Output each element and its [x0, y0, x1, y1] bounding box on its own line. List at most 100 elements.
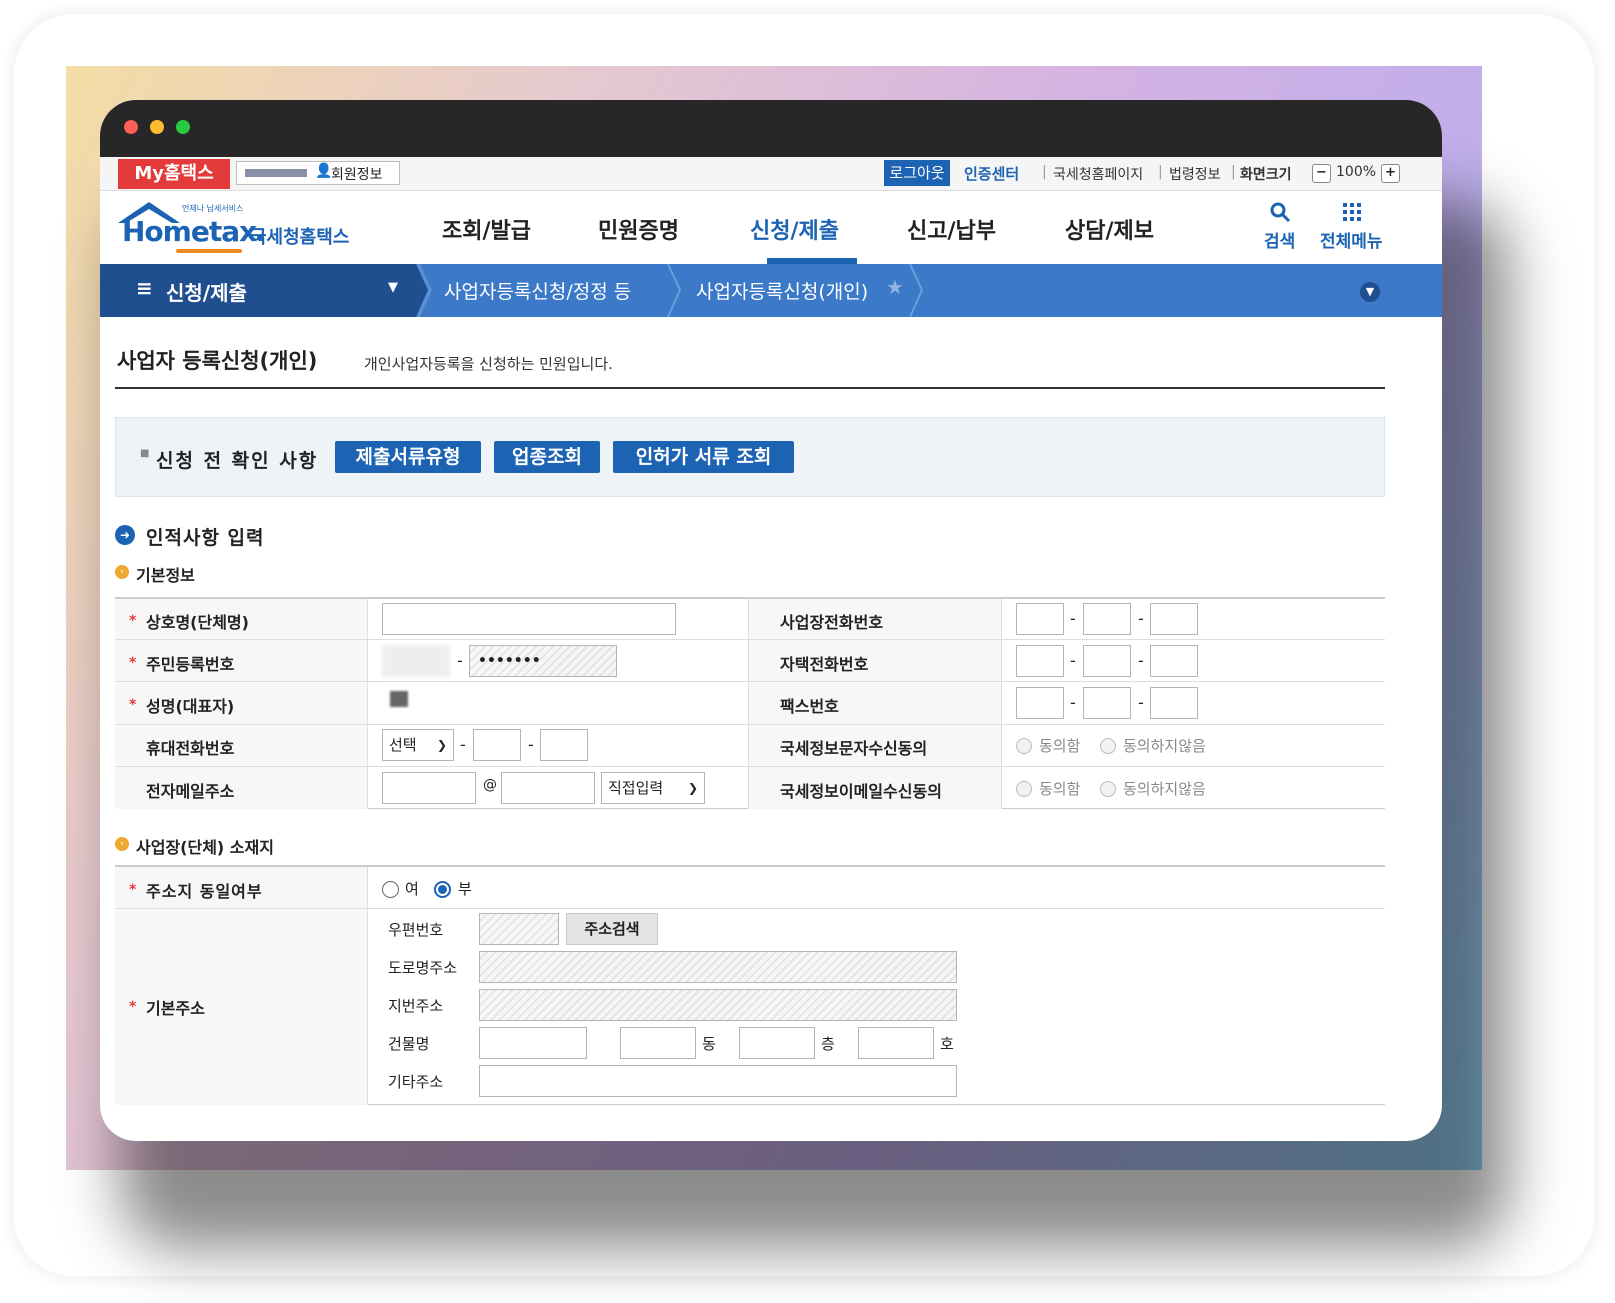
biz-phone-1[interactable]: [1016, 603, 1064, 635]
browser-window: My홈택스 👤 회원정보 로그아웃 인증센터 | 국세청홈페이지 | 법령정보 …: [100, 100, 1442, 1141]
nav-certificate[interactable]: 민원증명: [598, 213, 679, 245]
fax-1[interactable]: [1016, 687, 1064, 719]
breadcrumb-separator-icon: [667, 264, 682, 317]
breadcrumb-bar: ≡ 신청/제출 ▼ 사업자등록신청/정정 등 사업자등록신청(개인) ★ ▼: [100, 264, 1442, 317]
trade-name-label: 상호명(단체명): [146, 613, 249, 632]
logo-wordmark: Hometax.: [122, 215, 267, 248]
nav-application[interactable]: 신청/제출: [750, 213, 839, 245]
search-label: 검색: [1264, 232, 1296, 252]
mobile-prefix-select[interactable]: 선택 ❯: [382, 729, 454, 761]
mobile-2[interactable]: [473, 729, 521, 761]
trade-name-input[interactable]: [382, 603, 676, 635]
law-info-link[interactable]: 법령정보: [1169, 164, 1221, 184]
breadcrumb-level1[interactable]: 사업자등록신청/정정 등: [444, 277, 631, 304]
email-at: @: [483, 777, 497, 793]
hometax-logo[interactable]: 언제나 납세서비스 Hometax. 국세청홈택스: [114, 197, 359, 257]
dash: -: [1138, 609, 1144, 628]
email-domain-input[interactable]: [501, 772, 595, 804]
maximize-window-button[interactable]: [176, 120, 190, 134]
screen-size-label: 화면크기: [1240, 167, 1292, 183]
email-agree-text: 동의함: [1039, 780, 1081, 798]
bullet: ■: [140, 448, 150, 459]
breadcrumb-level2[interactable]: 사업자등록신청(개인): [696, 277, 868, 304]
dash: -: [1138, 693, 1144, 712]
mobile-label: 휴대전화번호: [146, 739, 235, 758]
home-phone-3[interactable]: [1150, 645, 1198, 677]
email-agree-radio[interactable]: [1016, 781, 1032, 797]
ho-input[interactable]: [858, 1027, 934, 1059]
building-input[interactable]: [479, 1027, 587, 1059]
nts-homepage-link[interactable]: 국세청홈페이지: [1053, 164, 1143, 184]
required-mark: *: [129, 882, 137, 898]
favorite-star-icon[interactable]: ★: [886, 275, 904, 299]
mobile-3[interactable]: [540, 729, 588, 761]
floor-input[interactable]: [739, 1027, 815, 1059]
email-disagree-radio[interactable]: [1100, 781, 1116, 797]
resident-back-input[interactable]: •••••••: [469, 645, 617, 677]
hamburger-icon: ≡: [136, 276, 153, 300]
email-domain-select[interactable]: 직접입력 ❯: [601, 772, 705, 804]
email-local-input[interactable]: [382, 772, 476, 804]
orange-bullet-icon: ›: [115, 837, 129, 851]
section-arrow-icon: ➜: [115, 525, 135, 545]
close-window-button[interactable]: [124, 120, 138, 134]
industry-lookup-button[interactable]: 업종조회: [494, 441, 600, 473]
redacted-name: [390, 691, 408, 707]
expand-chevron-icon[interactable]: ▼: [1360, 282, 1380, 302]
mobile-select-value: 선택: [389, 736, 417, 754]
email-select-value: 직접입력: [608, 779, 664, 797]
section-location-heading: 사업장(단체) 소재지: [136, 838, 274, 857]
orange-bullet-icon: ›: [115, 565, 129, 579]
cert-center-link[interactable]: 인증센터: [964, 163, 1019, 184]
sms-disagree-radio[interactable]: [1100, 738, 1116, 754]
other-address-input[interactable]: [479, 1065, 957, 1097]
dong-input[interactable]: [620, 1027, 696, 1059]
biz-phone-2[interactable]: [1083, 603, 1131, 635]
home-phone-2[interactable]: [1083, 645, 1131, 677]
page-title: 사업자 등록신청(개인): [117, 349, 318, 373]
search-button[interactable]: 검색: [1262, 199, 1298, 252]
same-address-label: 주소지 동일여부: [146, 882, 263, 901]
biz-phone-3[interactable]: [1150, 603, 1198, 635]
submission-docs-button[interactable]: 제출서류유형: [335, 441, 481, 473]
address-search-button[interactable]: 주소검색: [566, 913, 658, 945]
zoom-level: 100%: [1336, 164, 1377, 180]
sms-disagree-text: 동의하지않음: [1123, 737, 1206, 755]
email-label: 전자메일주소: [146, 782, 235, 801]
sms-agree-text: 동의함: [1039, 737, 1081, 755]
lot-address-input: [479, 989, 957, 1021]
nav-inquiry[interactable]: 조회/발급: [442, 213, 531, 245]
zoom-in-button[interactable]: +: [1381, 164, 1400, 183]
same-address-no-radio[interactable]: [434, 881, 451, 898]
member-info-link[interactable]: 회원정보: [331, 164, 383, 184]
permit-docs-button[interactable]: 인허가 서류 조회: [613, 441, 794, 473]
all-menu-button[interactable]: 전체메뉴: [1318, 199, 1388, 252]
zoom-out-button[interactable]: −: [1312, 164, 1331, 183]
redacted-resident-front: [382, 645, 450, 677]
same-address-yes-radio[interactable]: [382, 881, 399, 898]
minimize-window-button[interactable]: [150, 120, 164, 134]
fax-2[interactable]: [1083, 687, 1131, 719]
basic-address-label: 기본주소: [146, 999, 205, 1018]
page-subtitle: 개인사업자등록을 신청하는 민원입니다.: [364, 355, 613, 373]
user-info-box[interactable]: 👤 회원정보: [236, 161, 400, 185]
fax-3[interactable]: [1150, 687, 1198, 719]
name-label: 성명(대표자): [146, 697, 235, 716]
logo-korean: 국세청홈택스: [250, 227, 350, 248]
section-menu[interactable]: ≡ 신청/제출 ▼: [100, 264, 420, 317]
sms-agree-radio[interactable]: [1016, 738, 1032, 754]
logout-button[interactable]: 로그아웃: [884, 160, 950, 186]
postal-input: [479, 913, 559, 945]
logo-tagline: 언제나 납세서비스: [182, 204, 244, 213]
nav-report-pay[interactable]: 신고/납부: [907, 213, 996, 245]
required-mark: *: [129, 999, 137, 1015]
home-phone-1[interactable]: [1016, 645, 1064, 677]
nav-consult[interactable]: 상담/제보: [1065, 213, 1154, 245]
sms-consent-label: 국세정보문자수신동의: [780, 739, 928, 758]
divider: |: [1042, 164, 1047, 180]
ho-label: 호: [940, 1035, 954, 1053]
breadcrumb-separator-icon: [416, 264, 432, 317]
resident-no-label: 주민등록번호: [146, 655, 235, 674]
required-mark: *: [129, 655, 137, 671]
my-hometax-tab[interactable]: My홈택스: [118, 159, 230, 189]
